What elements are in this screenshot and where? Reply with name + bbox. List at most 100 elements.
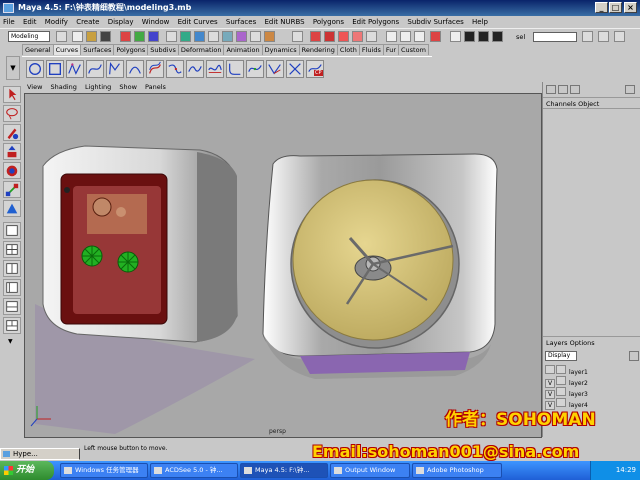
- layer-row[interactable]: layer1: [545, 365, 635, 376]
- move-tool-icon[interactable]: [3, 143, 21, 160]
- taskbar-item-task-manager[interactable]: Windows 任务管理器: [60, 463, 148, 478]
- taskbar-item-maya[interactable]: Maya 4.5: F:\钟...: [240, 463, 328, 478]
- tab-surfaces[interactable]: Surfaces: [80, 44, 115, 55]
- select-hierarchy-icon[interactable]: [120, 31, 131, 42]
- select-component-icon[interactable]: [148, 31, 159, 42]
- scale-tool-icon[interactable]: [3, 181, 21, 198]
- menu-edit-nurbs[interactable]: Edit NURBS: [261, 18, 307, 26]
- mask-deformers-icon[interactable]: [222, 31, 233, 42]
- window-titlebar[interactable]: Maya 4.5: F:\钟表精细教程\modeling3.mb _ □ ×: [0, 0, 640, 16]
- panel-menu-lighting[interactable]: Lighting: [82, 83, 114, 91]
- display-select[interactable]: Display: [545, 351, 577, 361]
- tab-deformation[interactable]: Deformation: [177, 44, 225, 55]
- select-tool-icon[interactable]: [3, 86, 21, 103]
- layer-type-toggle[interactable]: [556, 387, 566, 396]
- fillet-curve-icon[interactable]: [226, 60, 244, 78]
- panel-menu-panels[interactable]: Panels: [142, 83, 169, 91]
- layer-row[interactable]: Vlayer3: [545, 387, 635, 399]
- render-current-frame-icon[interactable]: [464, 31, 475, 42]
- construction-history-icon[interactable]: [430, 31, 441, 42]
- show-channel-box-icon[interactable]: [614, 31, 625, 42]
- tab-general[interactable]: General: [22, 44, 54, 55]
- lock-selection-icon[interactable]: [292, 31, 303, 42]
- input-ops-icon[interactable]: [400, 31, 411, 42]
- four-pane-layout-icon[interactable]: [3, 241, 21, 258]
- mask-rendering-icon[interactable]: [250, 31, 261, 42]
- mask-handles-icon[interactable]: [166, 31, 177, 42]
- new-scene-icon[interactable]: [72, 31, 83, 42]
- menu-set-icon[interactable]: [56, 31, 67, 42]
- three-point-arc-icon[interactable]: [126, 60, 144, 78]
- paint-select-tool-icon[interactable]: [3, 124, 21, 141]
- cp-icon[interactable]: CP: [306, 60, 324, 78]
- tab-dynamics[interactable]: Dynamics: [261, 44, 300, 55]
- tab-subdivs[interactable]: Subdivs: [147, 44, 179, 55]
- menu-display[interactable]: Display: [105, 18, 137, 26]
- snap-grid-icon[interactable]: [310, 31, 321, 42]
- ep-curve-tool-icon[interactable]: [86, 60, 104, 78]
- render-globals-icon[interactable]: [492, 31, 503, 42]
- minimized-hypershade-window[interactable]: Hype...: [0, 448, 80, 460]
- mask-joints-icon[interactable]: [180, 31, 191, 42]
- layer-visibility-toggle[interactable]: [545, 365, 555, 374]
- rotate-tool-icon[interactable]: [3, 162, 21, 179]
- rebuild-curve-icon[interactable]: [206, 60, 224, 78]
- panel-menu-show[interactable]: Show: [116, 83, 140, 91]
- history-icon[interactable]: [386, 31, 397, 42]
- persp-outliner-layout-icon[interactable]: [3, 279, 21, 296]
- snap-point-icon[interactable]: [338, 31, 349, 42]
- open-scene-icon[interactable]: [86, 31, 97, 42]
- channel-box[interactable]: [543, 108, 640, 336]
- layer-type-toggle[interactable]: [556, 365, 566, 374]
- quick-selection-field[interactable]: [533, 32, 577, 42]
- pencil-curve-tool-icon[interactable]: [106, 60, 124, 78]
- tab-polygons[interactable]: Polygons: [113, 44, 149, 55]
- offset-curve-icon[interactable]: [146, 60, 164, 78]
- menu-create[interactable]: Create: [73, 18, 102, 26]
- layer-row[interactable]: Vlayer2: [545, 376, 635, 388]
- tab-animation[interactable]: Animation: [223, 44, 263, 55]
- toolbox-expand-icon[interactable]: ▼: [8, 338, 13, 345]
- save-scene-icon[interactable]: [100, 31, 111, 42]
- layer-editor-icon[interactable]: [558, 85, 568, 94]
- insert-knot-icon[interactable]: [246, 60, 264, 78]
- cv-curve-tool-icon[interactable]: [66, 60, 84, 78]
- maximize-button[interactable]: □: [609, 2, 622, 13]
- menu-edit-curves[interactable]: Edit Curves: [175, 18, 221, 26]
- channel-layer-icon[interactable]: [570, 85, 580, 94]
- show-attribute-editor-icon[interactable]: [582, 31, 593, 42]
- nurbs-square-icon[interactable]: [46, 60, 64, 78]
- menu-edit-polygons[interactable]: Edit Polygons: [349, 18, 402, 26]
- close-button[interactable]: ×: [624, 2, 637, 13]
- render-view-icon[interactable]: [450, 31, 461, 42]
- mask-misc-icon[interactable]: [264, 31, 275, 42]
- channel-box-icon[interactable]: [546, 85, 556, 94]
- tab-fluids[interactable]: Fluids: [358, 44, 384, 55]
- new-layer-icon[interactable]: [629, 351, 639, 361]
- minimize-button[interactable]: _: [595, 2, 608, 13]
- menu-help[interactable]: Help: [469, 18, 491, 26]
- show-tool-settings-icon[interactable]: [598, 31, 609, 42]
- menu-window[interactable]: Window: [139, 18, 173, 26]
- layers-header[interactable]: Layers Options: [543, 337, 640, 349]
- tab-curves[interactable]: Curves: [52, 44, 82, 55]
- output-ops-icon[interactable]: [414, 31, 425, 42]
- shelf-menu-handle[interactable]: ▼: [6, 56, 20, 80]
- extend-curve-icon[interactable]: [266, 60, 284, 78]
- detach-curves-icon[interactable]: [186, 60, 204, 78]
- manipulator-tool-icon[interactable]: [3, 200, 21, 217]
- tab-fur[interactable]: Fur: [382, 44, 400, 55]
- menu-polygons[interactable]: Polygons: [310, 18, 347, 26]
- cut-curve-icon[interactable]: [286, 60, 304, 78]
- hypershade-layout-icon[interactable]: [3, 317, 21, 334]
- select-object-icon[interactable]: [134, 31, 145, 42]
- tab-custom[interactable]: Custom: [398, 44, 429, 55]
- tab-cloth[interactable]: Cloth: [336, 44, 360, 55]
- lasso-tool-icon[interactable]: [3, 105, 21, 122]
- layer-type-toggle[interactable]: [556, 376, 566, 385]
- taskbar-item-photoshop[interactable]: Adobe Photoshop: [412, 463, 502, 478]
- single-pane-layout-icon[interactable]: [3, 222, 21, 239]
- snap-view-plane-icon[interactable]: [352, 31, 363, 42]
- attach-curves-icon[interactable]: [166, 60, 184, 78]
- menu-modify[interactable]: Modify: [42, 18, 71, 26]
